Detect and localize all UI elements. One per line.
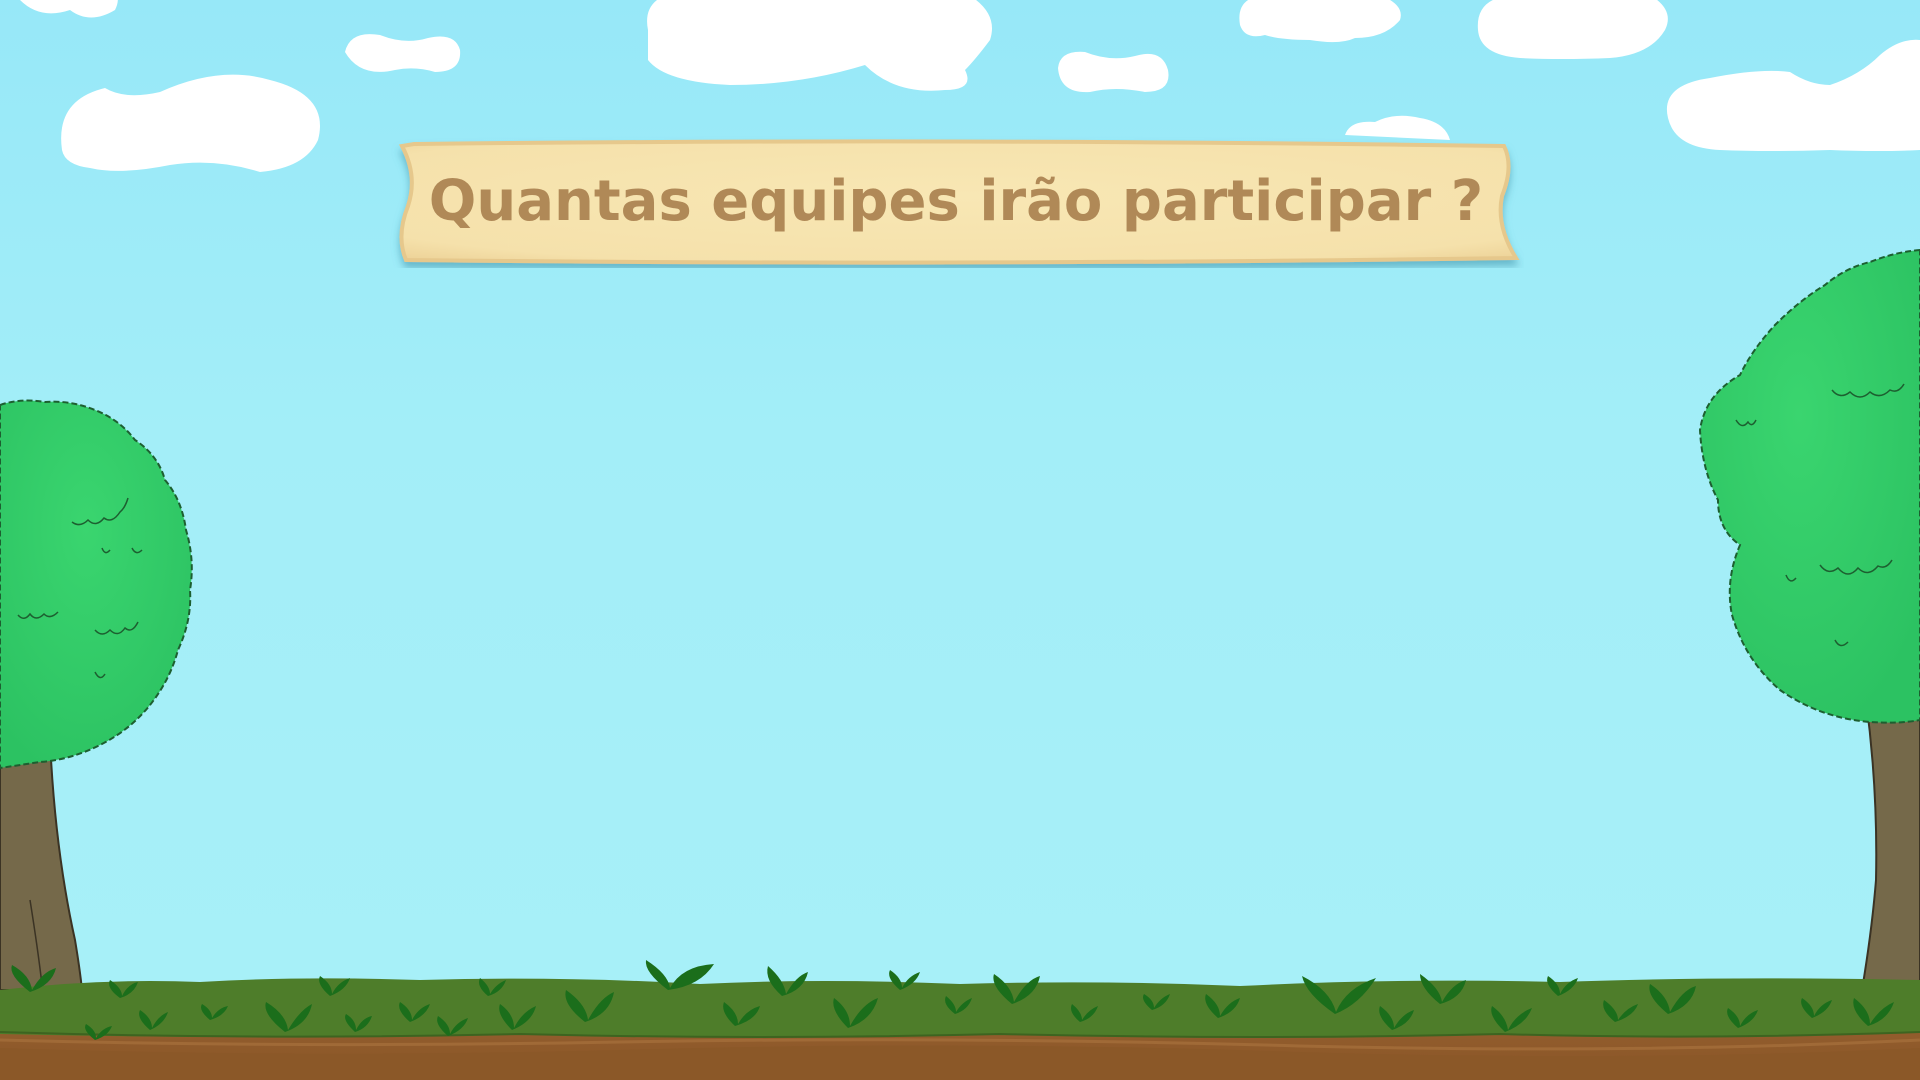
cloud-icon — [1058, 51, 1169, 93]
ground — [0, 960, 1920, 1080]
cloud-icon — [1239, 0, 1401, 43]
tree-icon — [1698, 248, 1920, 991]
game-scene: Quantas equipes irão participar ? — [0, 0, 1920, 1080]
tree-foliage — [0, 399, 193, 770]
cloud-icon — [647, 0, 992, 91]
question-text: Quantas equipes irão participar ? — [428, 169, 1484, 234]
tree-trunk — [1860, 699, 1920, 991]
cloud-icon — [61, 74, 320, 172]
question-banner: Quantas equipes irão participar ? — [388, 136, 1524, 268]
cloud-icon — [1666, 39, 1920, 151]
cloud-icon — [345, 34, 461, 72]
cloud-icon — [20, 0, 118, 18]
tree-foliage — [1698, 248, 1920, 724]
tree-icon — [0, 399, 193, 991]
cloud-icon — [1477, 0, 1668, 59]
tree-trunk — [0, 739, 84, 991]
